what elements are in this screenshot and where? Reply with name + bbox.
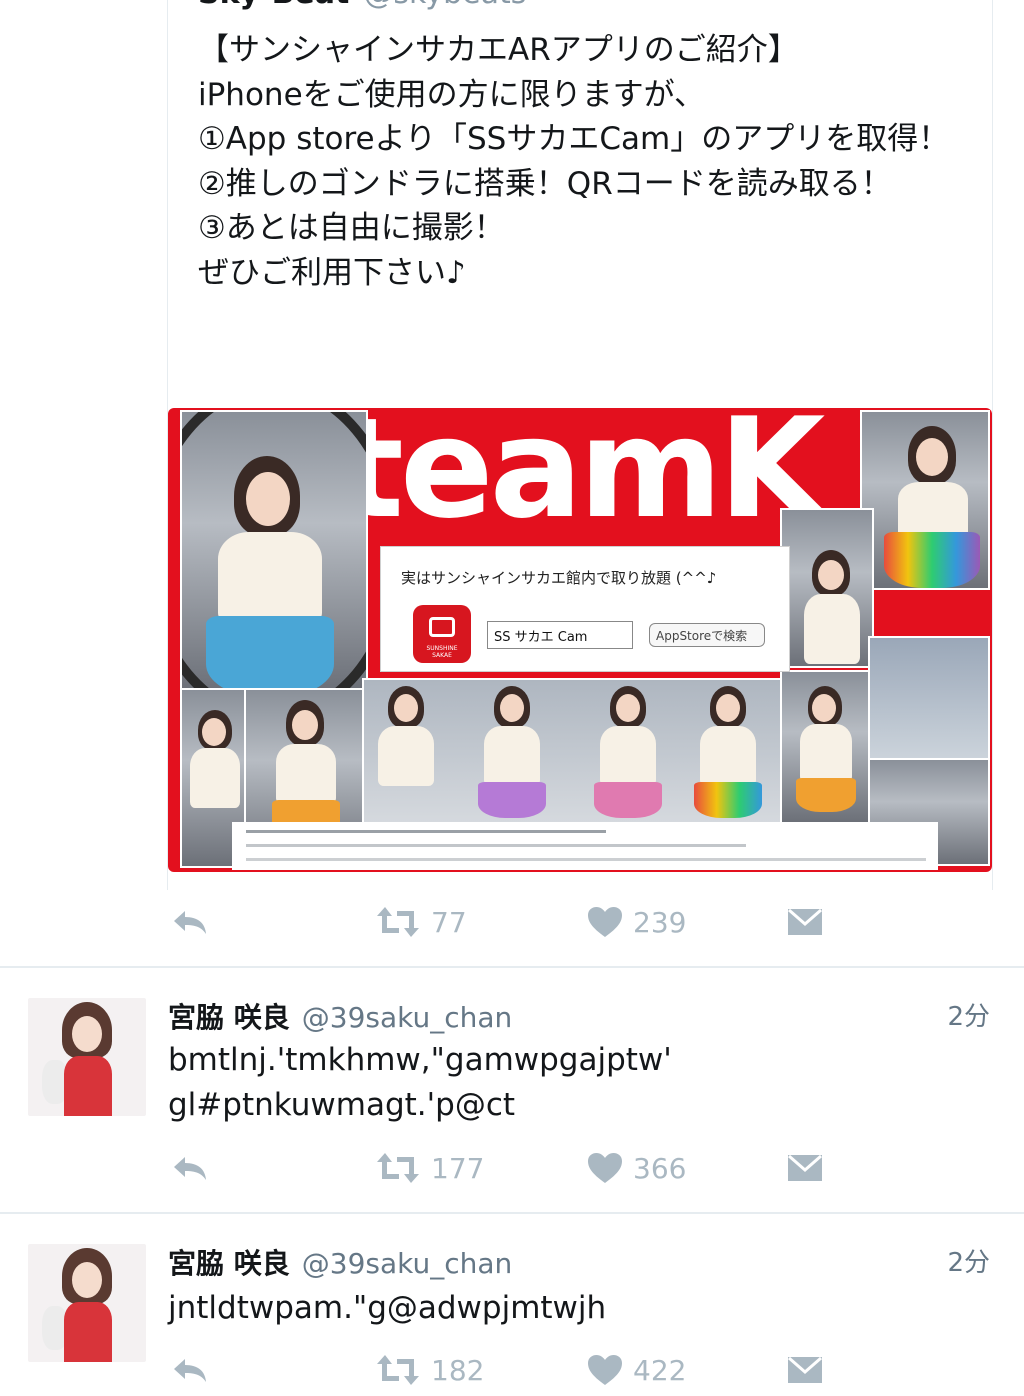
tweet-actions: 182 422 — [167, 1348, 827, 1392]
retweet-button[interactable]: 177 — [375, 1146, 484, 1190]
author-name[interactable]: Sky-Beat — [198, 0, 349, 11]
appstore-search-button: AppStoreで検索 — [649, 623, 765, 647]
author-name[interactable]: 宮脇 咲良 — [168, 1001, 290, 1034]
app-promo-box: 実はサンシャインサカエ館内で取り放題 (^^♪ SUNSHINE SAKAE S… — [380, 546, 790, 672]
gondola-photo — [362, 678, 782, 824]
reply-button[interactable] — [171, 1348, 209, 1392]
like-icon — [588, 1153, 622, 1183]
like-button[interactable]: 366 — [587, 1146, 686, 1190]
tweet-timestamp[interactable]: 2分 — [947, 1242, 990, 1279]
direct-message-button[interactable] — [787, 1146, 823, 1190]
tweet-text: 【サンシャインサカエARアプリのご紹介】 iPhoneをご使用の方に限りますが、… — [198, 32, 950, 291]
camera-app-icon: SUNSHINE SAKAE — [413, 605, 471, 663]
gondola-photo — [180, 410, 368, 692]
retweet-icon — [377, 907, 419, 937]
like-button[interactable]: 239 — [587, 900, 686, 944]
like-icon — [588, 907, 622, 937]
reply-button[interactable] — [171, 1146, 209, 1190]
gondola-photo — [860, 410, 990, 590]
retweet-count: 182 — [431, 1353, 485, 1387]
app-search-field: SS サカエ Cam — [487, 621, 633, 649]
tweet-text: bmtlnj.'tmkhmw,"gamwpgajptw' gl#ptnkuwma… — [168, 1042, 672, 1123]
avatar[interactable] — [28, 1244, 146, 1362]
like-count: 366 — [633, 1151, 687, 1185]
tweet-text: jntldtwpam."g@adwpjmtwjh — [168, 1290, 607, 1326]
tweet-author[interactable]: 宮脇 咲良 @39saku_chan — [168, 1242, 512, 1282]
like-count: 239 — [633, 905, 687, 939]
promo-caption: 実はサンシャインサカエ館内で取り放題 (^^♪ — [401, 569, 717, 587]
gondola-photo — [780, 508, 874, 668]
gondola-photo — [868, 636, 990, 760]
retweet-button[interactable]: 182 — [375, 1348, 484, 1392]
author-handle[interactable]: @39saku_chan — [302, 1247, 513, 1280]
retweet-icon — [377, 1355, 419, 1385]
direct-message-button[interactable] — [787, 1348, 823, 1392]
author-name[interactable]: 宮脇 咲良 — [168, 1247, 290, 1280]
tweet-actions: 77 239 — [167, 900, 827, 944]
app-icon-label: SUNSHINE SAKAE — [426, 645, 458, 659]
like-button[interactable]: 422 — [587, 1348, 686, 1392]
retweet-count: 177 — [431, 1151, 485, 1185]
avatar[interactable] — [28, 998, 146, 1116]
author-handle[interactable]: @39saku_chan — [302, 1001, 513, 1034]
tweet-actions: 177 366 — [167, 1146, 827, 1190]
tweet-media-image[interactable]: teamK II 実はサンシャインサカエ館内で取り放題 (^^♪ SUNSHIN… — [168, 408, 992, 872]
retweet-count: 77 — [431, 905, 467, 939]
message-icon — [788, 1356, 822, 1383]
image-caption-strip — [232, 822, 938, 870]
tweet-timestamp[interactable]: 2分 — [947, 996, 990, 1033]
reply-icon — [174, 1157, 206, 1180]
reply-button[interactable] — [171, 900, 209, 944]
direct-message-button[interactable] — [787, 900, 823, 944]
message-icon — [788, 908, 822, 935]
gondola-photo — [780, 670, 870, 824]
retweet-button[interactable]: 77 — [375, 900, 467, 944]
retweet-icon — [377, 1153, 419, 1183]
reply-icon — [174, 911, 206, 934]
like-icon — [588, 1355, 622, 1385]
message-icon — [788, 1154, 822, 1181]
tweet-author[interactable]: 宮脇 咲良 @39saku_chan — [168, 996, 512, 1036]
tweet-header-cut: Sky-Beat @skybeats — [198, 0, 526, 11]
author-handle[interactable]: @skybeats — [363, 0, 526, 11]
like-count: 422 — [633, 1353, 687, 1387]
reply-icon — [174, 1359, 206, 1382]
